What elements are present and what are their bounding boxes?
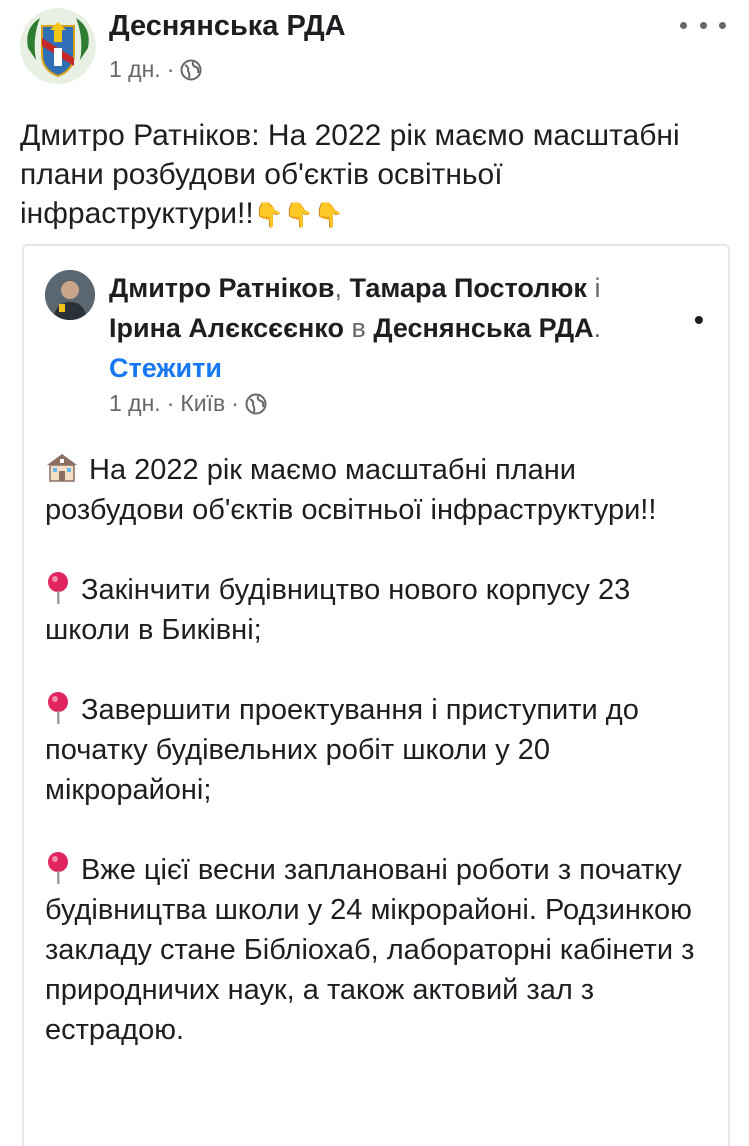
paragraph: На 2022 рік маємо масштабні плани розбуд… [45,450,715,530]
hand-pointing-down-icon: 👇 [253,201,284,229]
paragraph: Вже цієї весни заплановані роботи з поча… [45,850,715,1050]
hand-pointing-down-icon: 👇 [313,201,344,229]
more-options-button[interactable] [680,12,726,38]
dot-icon [699,21,707,29]
author-link-1[interactable]: Дмитро Ратніков [109,273,334,303]
author-link-3[interactable]: Ірина Алєксєєнко [109,313,344,343]
school-icon [47,454,77,482]
in-word: в [351,313,366,343]
page-link[interactable]: Деснянська РДА [373,313,593,343]
globe-icon[interactable] [245,393,267,415]
post-main-text: Дмитро Ратніков: На 2022 рік маємо масшт… [20,119,680,230]
page-avatar[interactable] [20,8,96,84]
dot-icon [719,21,726,29]
shared-post-body: На 2022 рік маємо масштабні плани розбуд… [45,450,715,1090]
author-link-2[interactable]: Тамара Постолюк [350,273,587,303]
shared-post-meta: 1 дн. · Київ · [109,390,267,417]
pin-icon [48,692,68,724]
post-text: Дмитро Ратніков: На 2022 рік маємо масшт… [20,116,732,235]
paragraph: Закінчити будівництво нового корпусу 23 … [45,570,715,650]
pin-icon [48,852,68,884]
pin-icon [48,572,68,604]
shared-post-time[interactable]: 1 дн. [109,390,161,417]
author-avatar[interactable] [45,270,95,320]
meta-dot: · [166,56,175,82]
follow-button[interactable]: Стежити [109,353,222,383]
hand-pointing-down-icon: 👇 [283,201,314,229]
globe-icon[interactable] [180,59,202,81]
post-meta: 1 дн. · [109,56,202,83]
page-name[interactable]: Деснянська РДА [109,10,346,43]
post-time[interactable]: 1 дн. [109,56,161,83]
and-word: і [594,273,601,303]
shared-post-authors: Дмитро Ратніков, Тамара Постолюк і Ірина… [109,273,602,383]
shared-post-location[interactable]: Київ [180,390,225,417]
paragraph: Завершити проектування і приступити до п… [45,690,715,810]
bullet-separator: • [694,304,704,335]
dot-icon [680,21,687,29]
